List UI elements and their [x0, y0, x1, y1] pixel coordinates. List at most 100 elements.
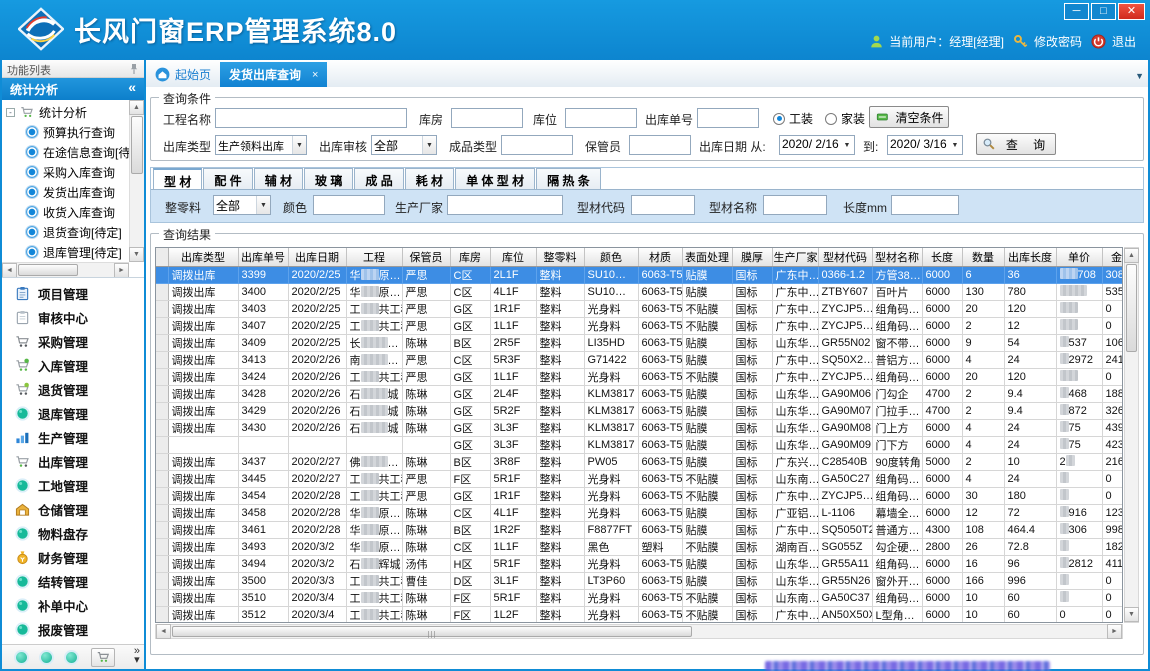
length-input[interactable]	[891, 195, 959, 215]
row-selector[interactable]	[156, 487, 168, 504]
material-tab-2[interactable]: 配 件	[203, 168, 252, 189]
table-row-19[interactable]: 调拨出库35002020/3/3工共工程曹佳D区3L1F整料LT3P606063…	[156, 572, 1123, 589]
row-selector[interactable]	[156, 504, 168, 521]
footer-module-icon[interactable]	[66, 652, 77, 663]
row-selector[interactable]	[156, 453, 168, 470]
table-row-17[interactable]: 调拨出库34932020/3/2华原…陈琳C区1L1F整料黑色塑料不贴膜国标湖南…	[156, 538, 1123, 555]
table-row-4[interactable]: 调拨出库34072020/2/25工共工程严思G区1L1F整料光身料6063-T…	[156, 317, 1123, 334]
column-header-1[interactable]: 出库类型	[168, 248, 238, 266]
material-tab-1[interactable]: 型 材	[153, 168, 202, 189]
tree-item-2[interactable]: 在途信息查询[待	[4, 142, 129, 162]
scroll-thumb[interactable]	[18, 264, 78, 276]
sidebar-item-8[interactable]: 出库管理	[2, 449, 144, 473]
product-type-input[interactable]	[501, 135, 573, 155]
row-selector[interactable]	[156, 351, 168, 368]
table-row-8[interactable]: 调拨出库34282020/2/26石城陈琳G区2L4F整料KLM38176063…	[156, 385, 1123, 402]
footer-module-icon[interactable]	[16, 652, 27, 663]
table-row-6[interactable]: 调拨出库34132020/2/26南…严思C区5R3F整料G714226063-…	[156, 351, 1123, 368]
manufacturer-input[interactable]	[447, 195, 563, 215]
material-tab-3[interactable]: 辅 材	[254, 168, 303, 189]
bin-location-input[interactable]	[565, 108, 637, 128]
table-row-13[interactable]: 调拨出库34452020/2/27工共工程严思F区5R1F整料光身料6063-T…	[156, 470, 1123, 487]
row-selector[interactable]	[156, 436, 168, 453]
radio-gongzhuang[interactable]	[773, 113, 785, 125]
row-selector[interactable]	[156, 538, 168, 555]
row-selector[interactable]	[156, 402, 168, 419]
column-header-17[interactable]: 数量	[962, 248, 1004, 266]
warehouse-input[interactable]	[451, 108, 523, 128]
collapse-panel-button[interactable]: «	[128, 79, 136, 95]
sidebar-item-3[interactable]: 采购管理	[2, 329, 144, 353]
table-row-21[interactable]: 调拨出库35122020/3/4工共工程陈琳F区1L2F整料光身料6063-T5…	[156, 606, 1123, 623]
tab-overflow-dropdown-icon[interactable]: ▼	[1135, 71, 1144, 81]
column-header-11[interactable]: 表面处理	[682, 248, 732, 266]
tree-item-6[interactable]: 退货查询[待定]	[4, 222, 129, 242]
table-row-16[interactable]: 调拨出库34612020/2/28华原…陈琳B区1R2F整料F8877FT606…	[156, 521, 1123, 538]
tab-home[interactable]: 起始页	[146, 62, 220, 87]
row-selector[interactable]	[156, 317, 168, 334]
table-row-12[interactable]: 调拨出库34372020/2/27佛…陈琳B区3R8F整料PW056063-T5…	[156, 453, 1123, 470]
minimize-button[interactable]: ─	[1064, 3, 1089, 20]
table-row-5[interactable]: 调拨出库34092020/2/25长…陈琳B区2R5F整料LI35HD6063-…	[156, 334, 1123, 351]
material-tab-7[interactable]: 单 体 型 材	[455, 168, 535, 189]
row-selector[interactable]	[156, 589, 168, 606]
table-row-10[interactable]: 调拨出库34302020/2/26石城陈琳G区3L3F整料KLM38176063…	[156, 419, 1123, 436]
column-header-20[interactable]: 金额	[1102, 248, 1123, 266]
table-row-14[interactable]: 调拨出库34542020/2/28工共工程严思G区1R1F整料光身料6063-T…	[156, 487, 1123, 504]
project-name-input[interactable]	[215, 108, 407, 128]
column-header-18[interactable]: 出库长度	[1004, 248, 1056, 266]
whole-part-select[interactable]: 全部▼	[213, 195, 271, 215]
table-row-18[interactable]: 调拨出库34942020/3/2石辉城汤伟H区5R1F整料光身料6063-T5贴…	[156, 555, 1123, 572]
sidebar-item-9[interactable]: 工地管理	[2, 473, 144, 497]
tree-item-5[interactable]: 收货入库查询	[4, 202, 129, 222]
material-tab-8[interactable]: 隔 热 条	[536, 168, 601, 189]
tree-item-3[interactable]: 采购入库查询	[4, 162, 129, 182]
outbound-type-select[interactable]: 生产领料出库▼	[215, 135, 307, 155]
table-row-15[interactable]: 调拨出库34582020/2/28华原…陈琳C区4L1F整料光身料6063-T5…	[156, 504, 1123, 521]
table-row-20[interactable]: 调拨出库35102020/3/4工共工程陈琳F区5R1F整料光身料6063-T5…	[156, 589, 1123, 606]
sidebar-item-11[interactable]: 物料盘存	[2, 521, 144, 545]
column-header-8[interactable]: 整零料	[536, 248, 584, 266]
column-header-12[interactable]: 膜厚	[732, 248, 772, 266]
audit-status-select[interactable]: 全部▼	[371, 135, 437, 155]
table-vertical-scrollbar[interactable]: ▲ ▼	[1124, 247, 1139, 623]
pin-icon[interactable]	[129, 63, 139, 75]
material-tab-6[interactable]: 耗 材	[405, 168, 454, 189]
column-header-10[interactable]: 材质	[638, 248, 682, 266]
tree-item-7[interactable]: 退库管理[待定]	[4, 242, 129, 262]
row-selector[interactable]	[156, 385, 168, 402]
row-selector[interactable]	[156, 572, 168, 589]
sidebar-item-10[interactable]: 仓储管理	[2, 497, 144, 521]
sidebar-item-2[interactable]: 审核中心	[2, 305, 144, 329]
column-header-4[interactable]: 工程	[346, 248, 402, 266]
maximize-button[interactable]: □	[1091, 3, 1116, 20]
row-selector[interactable]	[156, 300, 168, 317]
row-selector[interactable]	[156, 283, 168, 300]
close-button[interactable]: ✕	[1118, 3, 1145, 20]
row-selector[interactable]	[156, 521, 168, 538]
sidebar-item-4[interactable]: 入库管理	[2, 353, 144, 377]
material-tab-4[interactable]: 玻 璃	[304, 168, 353, 189]
column-header-14[interactable]: 型材代码	[818, 248, 872, 266]
clear-conditions-button[interactable]: 清空条件	[869, 106, 949, 128]
tree-vertical-scrollbar[interactable]: ▲ ▼	[129, 100, 144, 262]
outbound-no-input[interactable]	[697, 108, 759, 128]
scroll-thumb[interactable]	[172, 626, 692, 637]
table-row-2[interactable]: 调拨出库34002020/2/25华原…严思C区4L1F整料SU10…6063-…	[156, 283, 1123, 300]
scroll-thumb[interactable]	[131, 116, 143, 174]
tab-close-icon[interactable]: ×	[312, 69, 318, 81]
column-header-15[interactable]: 型材名称	[872, 248, 922, 266]
row-selector[interactable]	[156, 368, 168, 385]
tree-root[interactable]: -统计分析	[4, 102, 129, 122]
column-header-5[interactable]: 保管员	[402, 248, 450, 266]
sidebar-item-6[interactable]: 退库管理	[2, 401, 144, 425]
row-selector[interactable]	[156, 419, 168, 436]
sidebar-item-13[interactable]: 结转管理	[2, 569, 144, 593]
table-row-11[interactable]: G区3L3F整料KLM38176063-T5贴膜国标山东华…GA90M09.门下…	[156, 436, 1123, 453]
search-button[interactable]: 查 询	[976, 133, 1056, 155]
table-row-1[interactable]: 调拨出库33992020/2/25华原…严思C区2L1F整料SU10…6063-…	[156, 266, 1123, 283]
change-password[interactable]: 修改密码	[1013, 33, 1082, 50]
keeper-input[interactable]	[629, 135, 691, 155]
row-selector[interactable]	[156, 266, 168, 283]
row-selector[interactable]	[156, 606, 168, 623]
